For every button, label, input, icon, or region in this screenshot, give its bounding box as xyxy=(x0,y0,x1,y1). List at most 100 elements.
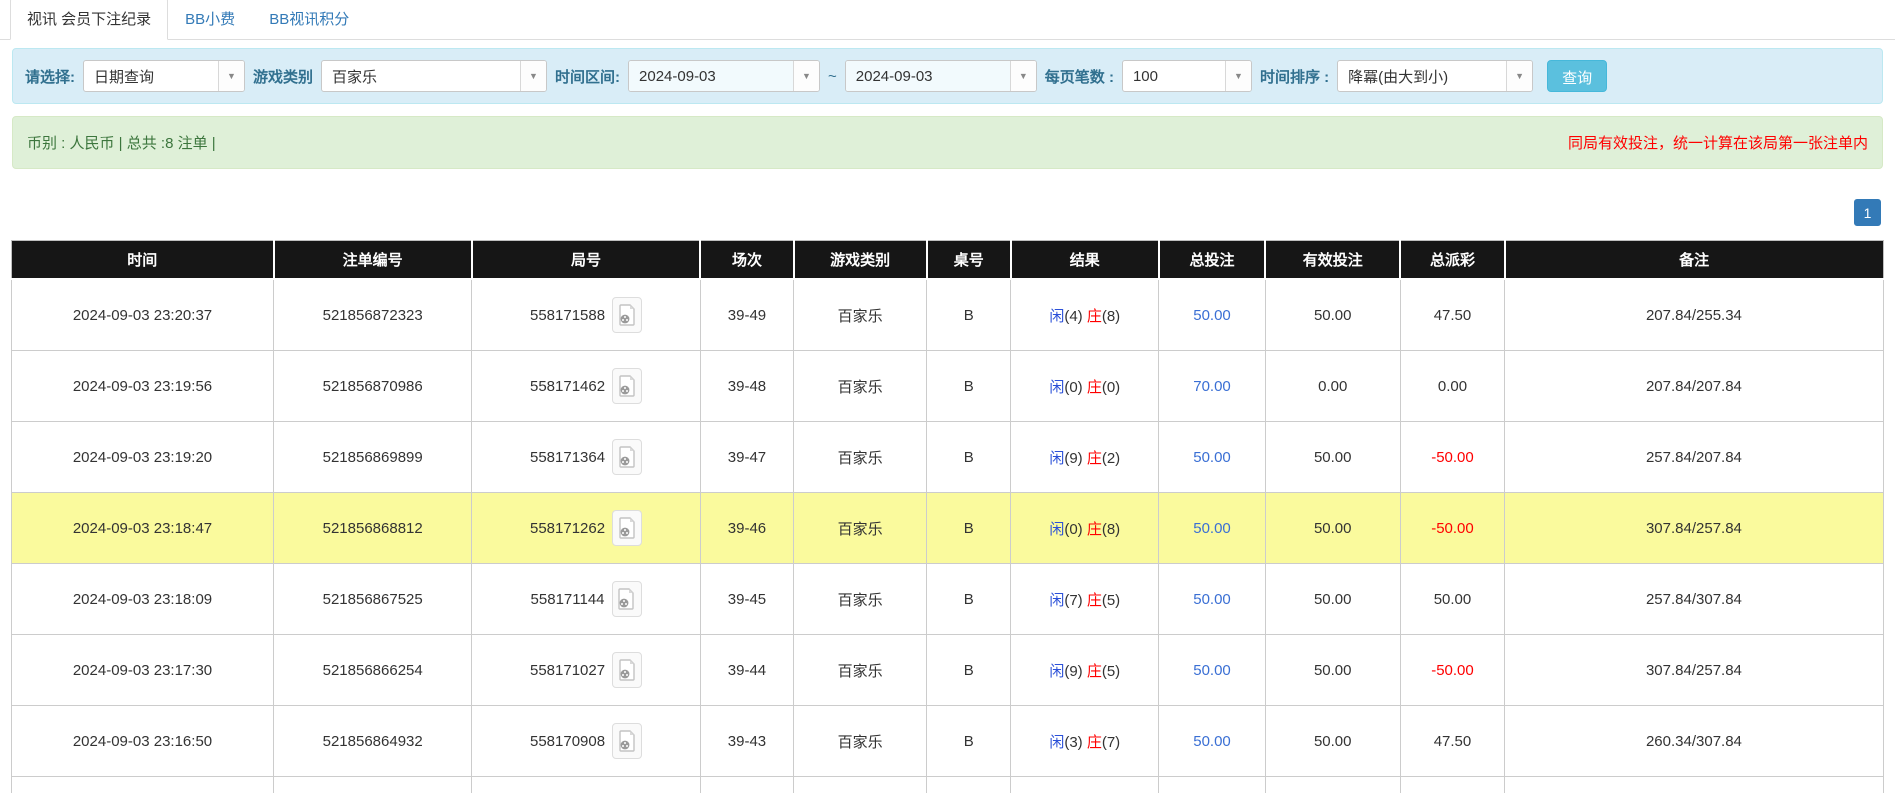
summary-bar: 币别 : 人民币 | 总共 :8 注单 | 同局有效投注，统一计算在该局第一张注… xyxy=(12,116,1883,169)
game-type-cell: 百家乐 xyxy=(794,777,927,793)
player-score: (9) xyxy=(1064,450,1087,467)
time-cell: 2024-09-03 23:20:37 xyxy=(12,279,274,351)
valid-bet-notice-text: 同局有效投注，统一计算在该局第一张注单内 xyxy=(1568,132,1868,153)
video-replay-button[interactable] xyxy=(612,439,642,475)
date-to-select[interactable]: 2024-09-03 ▼ xyxy=(845,60,1037,92)
chevron-down-icon[interactable]: ▼ xyxy=(1225,61,1251,91)
tab-item[interactable]: BB小费 xyxy=(168,0,252,40)
result-cell: 闲(0) 庄(8) xyxy=(1011,493,1159,564)
tab-active[interactable]: 视讯 会员下注纪录 xyxy=(10,0,168,40)
total-bet-link[interactable]: 50.00 xyxy=(1193,307,1231,324)
game-type-cell: 百家乐 xyxy=(794,706,927,777)
round-id-cell: 558171027 xyxy=(472,635,700,706)
film-icon xyxy=(619,446,636,468)
total-bet-cell: 50.00 xyxy=(1159,564,1266,635)
video-replay-button[interactable] xyxy=(612,510,642,546)
video-replay-button[interactable] xyxy=(612,723,642,759)
banker-label: 庄 xyxy=(1087,521,1102,538)
film-icon xyxy=(619,659,636,681)
round-id-wrap: 558171588 xyxy=(478,297,693,333)
time-cell: 2024-09-03 23:18:47 xyxy=(12,493,274,564)
date-from-select[interactable]: 2024-09-03 ▼ xyxy=(628,60,820,92)
tab-bar: 视讯 会员下注纪录BB小费BB视讯积分 xyxy=(0,0,1895,40)
video-replay-button[interactable] xyxy=(612,297,642,333)
banker-label: 庄 xyxy=(1087,450,1102,467)
player-label: 闲 xyxy=(1049,521,1064,538)
column-header: 备注 xyxy=(1505,241,1883,280)
banker-label: 庄 xyxy=(1087,734,1102,751)
chevron-down-icon[interactable]: ▼ xyxy=(218,61,244,91)
video-replay-button[interactable] xyxy=(612,368,642,404)
note-cell: 307.84/257.84 xyxy=(1505,635,1883,706)
bet-id-cell: 521856872323 xyxy=(274,279,472,351)
game-type-cell: 百家乐 xyxy=(794,351,927,422)
time-cell: 2024-09-03 23:19:56 xyxy=(12,351,274,422)
player-score: (0) xyxy=(1064,379,1087,396)
table-row: 2024-09-03 23:18:09521856867525558171144… xyxy=(12,564,1884,635)
player-score: (7) xyxy=(1064,592,1087,609)
valid-bet-cell: 50.00 xyxy=(1265,422,1400,493)
total-bet-link[interactable]: 50.00 xyxy=(1193,662,1231,679)
table-row: 2024-09-03 23:20:37521856872323558171588… xyxy=(12,279,1884,351)
banker-score: (8) xyxy=(1102,521,1120,538)
total-bet-cell: 70.00 xyxy=(1159,351,1266,422)
total-bet-cell: 50.00 xyxy=(1159,279,1266,351)
search-button[interactable]: 查询 xyxy=(1547,60,1607,92)
tab-item[interactable]: BB视讯积分 xyxy=(252,0,366,40)
page-1-button[interactable]: 1 xyxy=(1854,199,1881,226)
video-replay-button[interactable] xyxy=(612,581,642,617)
payout-cell: -50.00 xyxy=(1400,422,1505,493)
time-cell: 2024-09-03 23:16:17 xyxy=(12,777,274,793)
total-bet-cell: 50.00 xyxy=(1159,777,1266,793)
table-no-cell: B xyxy=(927,493,1011,564)
note-cell: 260.34/307.84 xyxy=(1505,706,1883,777)
valid-bet-cell: 50.00 xyxy=(1265,493,1400,564)
column-header: 场次 xyxy=(700,241,794,280)
bet-id-cell: 521856867525 xyxy=(274,564,472,635)
chevron-down-icon[interactable]: ▼ xyxy=(1010,61,1036,91)
total-bet-link[interactable]: 50.00 xyxy=(1193,591,1231,608)
banker-score: (7) xyxy=(1102,734,1120,751)
game-type-select[interactable]: 百家乐 ▼ xyxy=(321,60,547,92)
note-cell: 257.84/307.84 xyxy=(1505,564,1883,635)
banker-score: (8) xyxy=(1102,308,1120,325)
session-cell: 39-48 xyxy=(700,351,794,422)
session-cell: 39-49 xyxy=(700,279,794,351)
bet-id-cell: 521856869899 xyxy=(274,422,472,493)
chevron-down-icon[interactable]: ▼ xyxy=(793,61,819,91)
sort-order-select[interactable]: 降冪(由大到小) ▼ xyxy=(1337,60,1533,92)
result-cell: 闲(0) 庄(0) xyxy=(1011,351,1159,422)
column-header: 桌号 xyxy=(927,241,1011,280)
video-replay-button[interactable] xyxy=(612,652,642,688)
chevron-down-icon[interactable]: ▼ xyxy=(520,61,546,91)
table-row: 2024-09-03 23:18:47521856868812558171262… xyxy=(12,493,1884,564)
payout-cell: 47.50 xyxy=(1400,279,1505,351)
round-id-wrap: 558170908 xyxy=(478,723,693,759)
table-no-cell: B xyxy=(927,422,1011,493)
total-bet-link[interactable]: 50.00 xyxy=(1193,520,1231,537)
column-header: 总投注 xyxy=(1159,241,1266,280)
note-cell: 307.84/257.84 xyxy=(1505,493,1883,564)
query-type-select[interactable]: 日期查询 ▼ xyxy=(83,60,245,92)
payout-cell: -50.00 xyxy=(1400,493,1505,564)
total-bet-link[interactable]: 50.00 xyxy=(1193,733,1231,750)
column-header: 游戏类别 xyxy=(794,241,927,280)
player-score: (4) xyxy=(1064,308,1087,325)
note-cell: 207.84/255.34 xyxy=(1505,279,1883,351)
table-row: 2024-09-03 23:19:56521856870986558171462… xyxy=(12,351,1884,422)
player-label: 闲 xyxy=(1049,734,1064,751)
valid-bet-cell: 50.00 xyxy=(1265,564,1400,635)
time-cell: 2024-09-03 23:16:50 xyxy=(12,706,274,777)
game-type-cell: 百家乐 xyxy=(794,279,927,351)
banker-label: 庄 xyxy=(1087,663,1102,680)
page-size-select[interactable]: 100 ▼ xyxy=(1122,60,1252,92)
total-bet-link[interactable]: 50.00 xyxy=(1193,449,1231,466)
total-bet-link[interactable]: 70.00 xyxy=(1193,378,1231,395)
chevron-down-icon[interactable]: ▼ xyxy=(1506,61,1532,91)
film-icon xyxy=(619,730,636,752)
bet-id-cell: 521856864932 xyxy=(274,706,472,777)
valid-bet-cell: 50.00 xyxy=(1265,706,1400,777)
round-id-text: 558171462 xyxy=(530,378,605,395)
table-no-cell: B xyxy=(927,777,1011,793)
payout-cell: -50.00 xyxy=(1400,635,1505,706)
